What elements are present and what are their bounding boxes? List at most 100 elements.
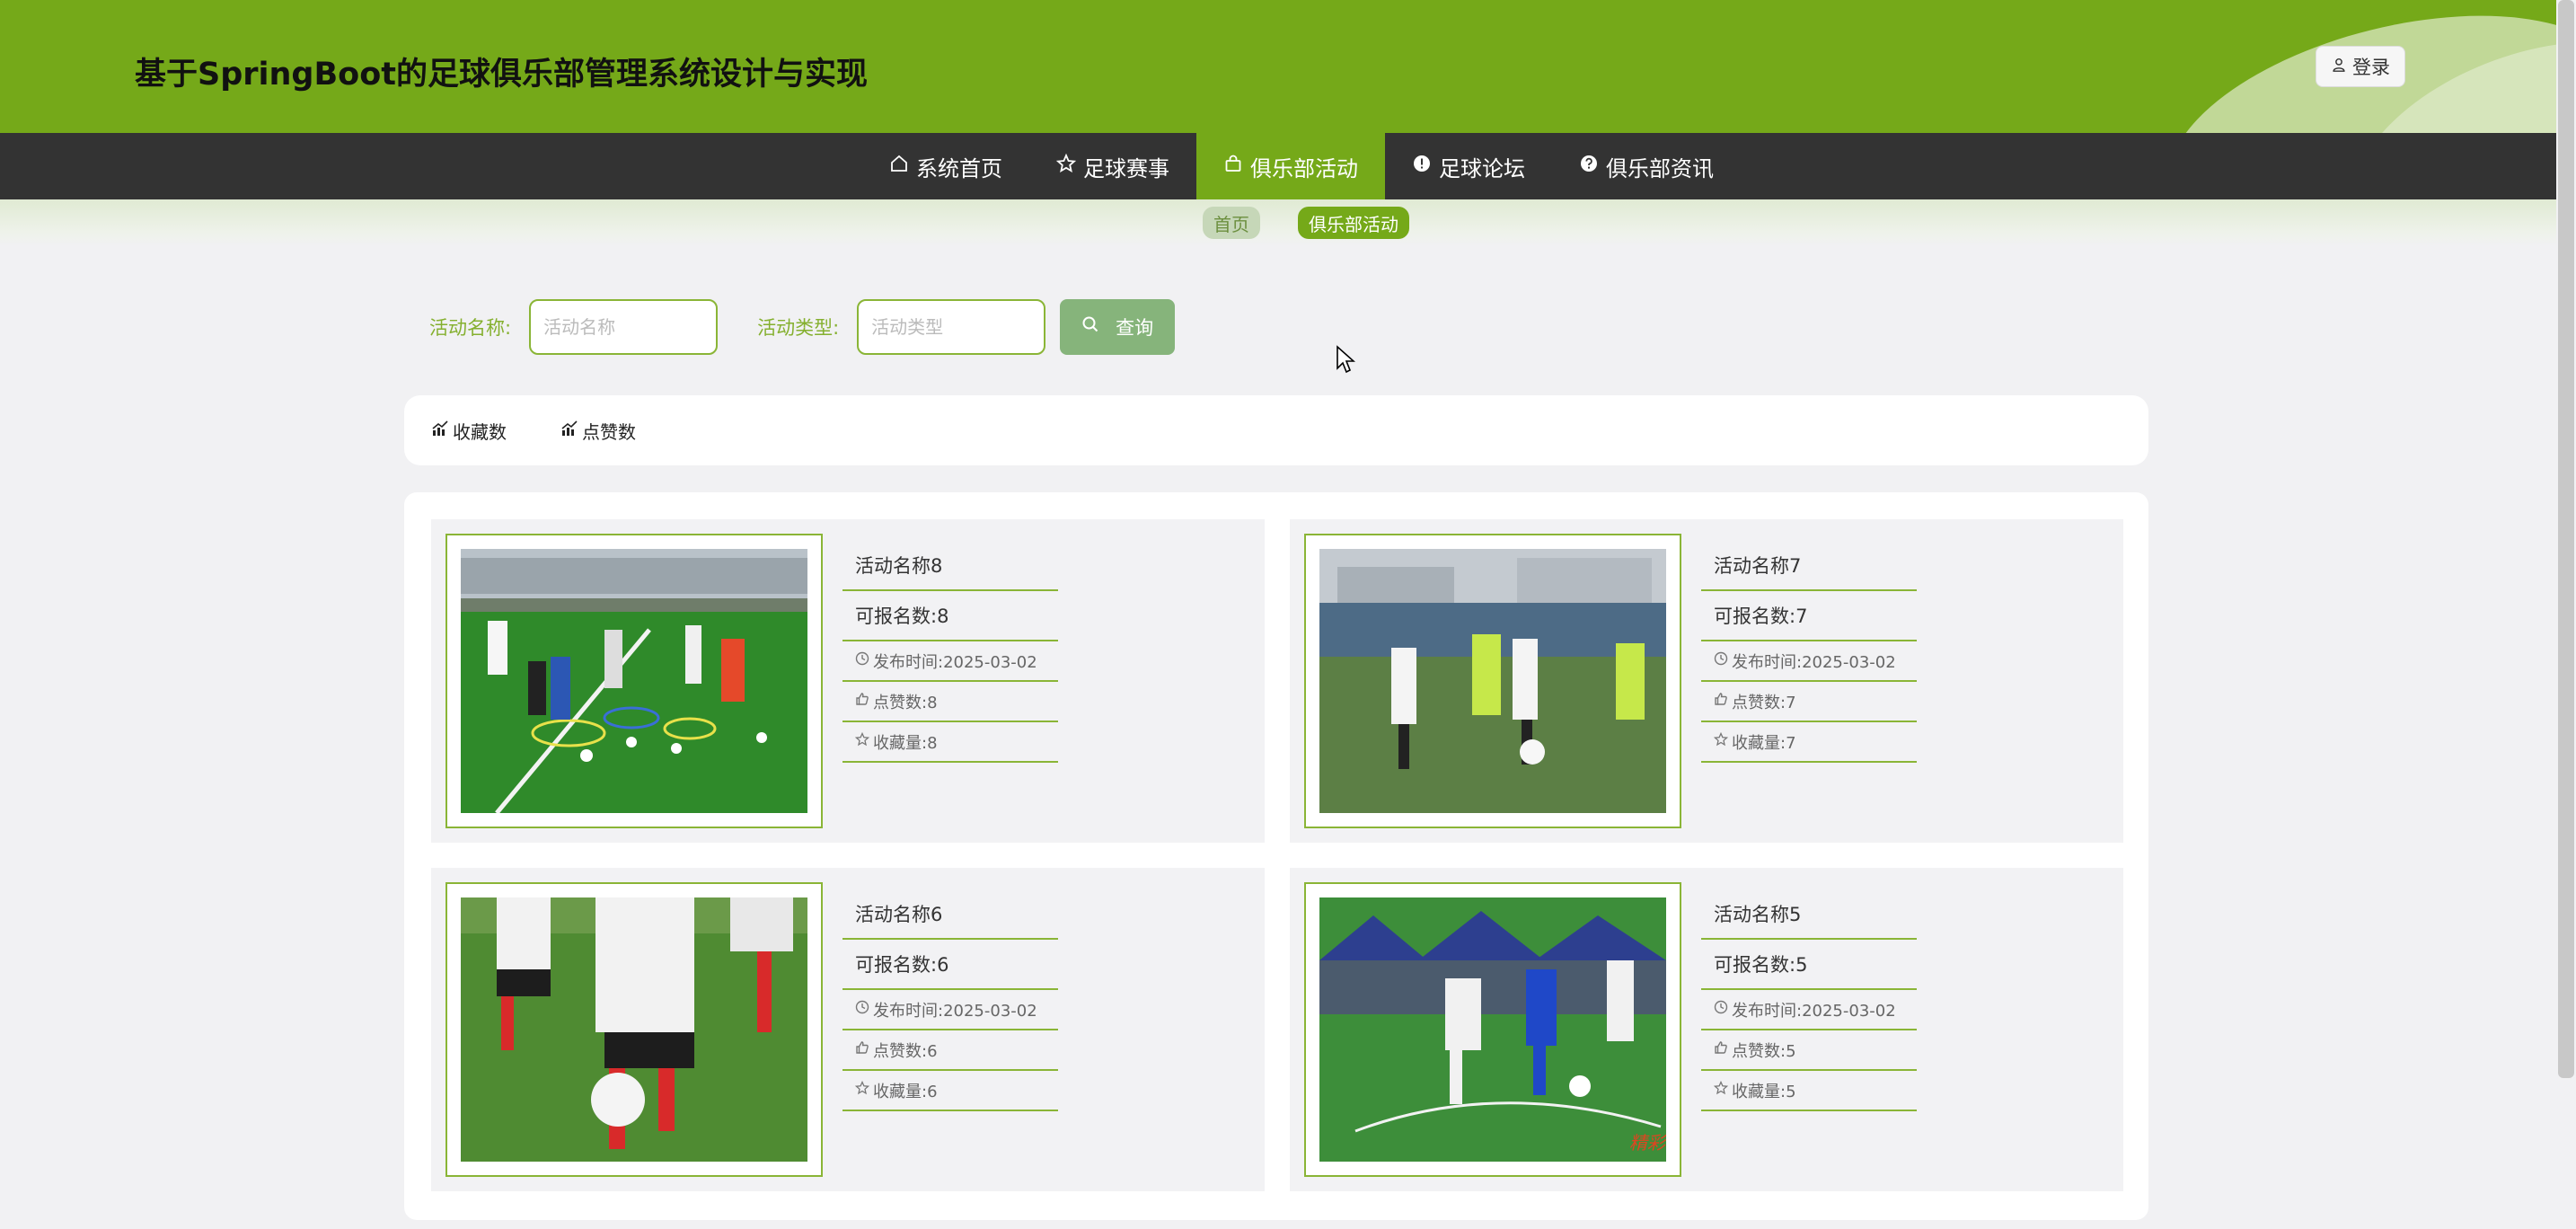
likes-text: 点赞数:6 (873, 1041, 938, 1061)
favorites-text: 收藏量:6 (873, 1082, 938, 1101)
activity-quota: 可报名数:6 (842, 940, 1058, 990)
star-icon (1713, 1080, 1729, 1100)
question-circle-icon (1579, 154, 1599, 179)
publish-time-text: 发布时间:2025-03-02 (1732, 652, 1896, 672)
activity-publish-time: 发布时间:2025-03-02 (1701, 990, 1917, 1030)
activity-type-input[interactable] (857, 299, 1046, 355)
breadcrumb-home[interactable]: 首页 (1203, 207, 1260, 239)
scrollbar-thumb[interactable] (2558, 0, 2574, 1078)
activity-info: 活动名称8 可报名数:8 发布时间:2025-03-02 点赞数:8 收藏量:8 (842, 541, 1058, 763)
search-button-label: 查询 (1116, 318, 1154, 339)
svg-text:精彩: 精彩 (1629, 1132, 1666, 1154)
login-label: 登录 (2352, 57, 2390, 78)
user-icon (2331, 56, 2347, 77)
activity-photo-frame (446, 882, 823, 1177)
star-icon (854, 1080, 870, 1100)
search-icon (1081, 315, 1099, 339)
favorites-text: 收藏量:5 (1732, 1082, 1796, 1101)
nav-item-club-activities[interactable]: 俱乐部活动 (1196, 133, 1385, 199)
star-icon (1055, 153, 1077, 179)
activity-quota: 可报名数:7 (1701, 591, 1917, 641)
activity-photo (461, 549, 807, 813)
activity-likes: 点赞数:5 (1701, 1030, 1917, 1071)
thumbs-up-icon (1714, 692, 1728, 711)
favorites-text: 收藏量:7 (1732, 733, 1796, 753)
activity-photo-frame: 精彩 (1304, 882, 1681, 1177)
activity-photo: 精彩 (1319, 897, 1666, 1162)
activity-likes: 点赞数:8 (842, 682, 1058, 722)
home-icon (889, 154, 909, 179)
thumbs-up-icon (855, 1040, 869, 1059)
search-bar: 活动名称: 活动类型: 查询 (429, 298, 1176, 356)
activity-favorites: 收藏量:7 (1701, 722, 1917, 763)
activity-favorites: 收藏量:5 (1701, 1071, 1917, 1111)
sort-favorites-label: 收藏数 (453, 420, 507, 443)
chart-icon (431, 420, 449, 442)
sort-by-likes[interactable]: 点赞数 (560, 418, 636, 444)
likes-text: 点赞数:8 (873, 693, 938, 712)
activity-photo (461, 897, 807, 1162)
activity-card[interactable]: 活动名称8 可报名数:8 发布时间:2025-03-02 点赞数:8 收藏量:8 (431, 519, 1265, 843)
breadcrumb-current: 俱乐部活动 (1298, 207, 1409, 239)
breadcrumb: 首页 俱乐部活动 (0, 199, 2576, 246)
activity-name: 活动名称5 (1701, 889, 1917, 940)
nav-item-label: 系统首页 (916, 155, 1002, 181)
nav-item-club-news[interactable]: 俱乐部资讯 (1552, 133, 1741, 199)
activity-list: 活动名称8 可报名数:8 发布时间:2025-03-02 点赞数:8 收藏量:8 (404, 492, 2148, 1220)
sort-by-favorites[interactable]: 收藏数 (431, 418, 507, 444)
publish-time-text: 发布时间:2025-03-02 (1732, 1001, 1896, 1021)
thumbs-up-icon (1714, 1040, 1728, 1059)
activity-favorites: 收藏量:6 (842, 1071, 1058, 1111)
activity-name: 活动名称6 (842, 889, 1058, 940)
activity-photo-frame (446, 534, 823, 828)
bag-icon (1223, 154, 1243, 179)
nav-item-label: 俱乐部活动 (1250, 155, 1358, 181)
activity-publish-time: 发布时间:2025-03-02 (842, 641, 1058, 682)
main-nav: 系统首页 足球赛事 俱乐部活动 足球论坛 俱乐部资讯 (0, 133, 2576, 199)
activity-card[interactable]: 精彩 活动名称5 可报名数:5 发布时间:2025-03-02 点赞数:5 收藏… (1290, 868, 2123, 1191)
clock-icon (855, 651, 869, 670)
activity-info: 活动名称6 可报名数:6 发布时间:2025-03-02 点赞数:6 收藏量:6 (842, 889, 1058, 1111)
nav-item-label: 足球论坛 (1439, 155, 1525, 181)
sort-likes-label: 点赞数 (582, 420, 636, 443)
activity-favorites: 收藏量:8 (842, 722, 1058, 763)
likes-text: 点赞数:5 (1732, 1041, 1796, 1061)
nav-item-forum[interactable]: 足球论坛 (1385, 133, 1552, 199)
nav-item-label: 足球赛事 (1083, 155, 1169, 181)
activity-card[interactable]: 活动名称7 可报名数:7 发布时间:2025-03-02 点赞数:7 收藏量:7 (1290, 519, 2123, 843)
activity-name: 活动名称8 (842, 541, 1058, 591)
activity-photo (1319, 549, 1666, 813)
activity-photo-frame (1304, 534, 1681, 828)
clock-icon (855, 1000, 869, 1019)
activity-likes: 点赞数:6 (842, 1030, 1058, 1071)
nav-item-matches[interactable]: 足球赛事 (1029, 133, 1196, 199)
activity-name-input[interactable] (529, 299, 719, 355)
activity-publish-time: 发布时间:2025-03-02 (842, 990, 1058, 1030)
login-button[interactable]: 登录 (2316, 46, 2405, 87)
nav-item-label: 俱乐部资讯 (1606, 155, 1714, 181)
sort-bar: 收藏数 点赞数 (404, 395, 2148, 465)
activity-info: 活动名称7 可报名数:7 发布时间:2025-03-02 点赞数:7 收藏量:7 (1701, 541, 1917, 763)
alert-circle-icon (1412, 154, 1432, 179)
site-header: 基于SpringBoot的足球俱乐部管理系统设计与实现 登录 (0, 0, 2576, 133)
activity-name-label: 活动名称: (429, 317, 512, 339)
star-icon (1713, 731, 1729, 751)
activity-info: 活动名称5 可报名数:5 发布时间:2025-03-02 点赞数:5 收藏量:5 (1701, 889, 1917, 1111)
star-icon (854, 731, 870, 751)
activity-publish-time: 发布时间:2025-03-02 (1701, 641, 1917, 682)
activity-quota: 可报名数:5 (1701, 940, 1917, 990)
publish-time-text: 发布时间:2025-03-02 (873, 652, 1037, 672)
site-title: 基于SpringBoot的足球俱乐部管理系统设计与实现 (135, 57, 868, 93)
mouse-cursor-icon (1336, 345, 1356, 374)
search-button[interactable]: 查询 (1060, 299, 1176, 355)
activity-type-label: 活动类型: (757, 317, 840, 339)
clock-icon (1714, 651, 1728, 670)
activity-card[interactable]: 活动名称6 可报名数:6 发布时间:2025-03-02 点赞数:6 收藏量:6 (431, 868, 1265, 1191)
chart-icon (560, 420, 578, 442)
activity-likes: 点赞数:7 (1701, 682, 1917, 722)
nav-item-home[interactable]: 系统首页 (862, 133, 1029, 199)
activity-name: 活动名称7 (1701, 541, 1917, 591)
activity-quota: 可报名数:8 (842, 591, 1058, 641)
clock-icon (1714, 1000, 1728, 1019)
favorites-text: 收藏量:8 (873, 733, 938, 753)
